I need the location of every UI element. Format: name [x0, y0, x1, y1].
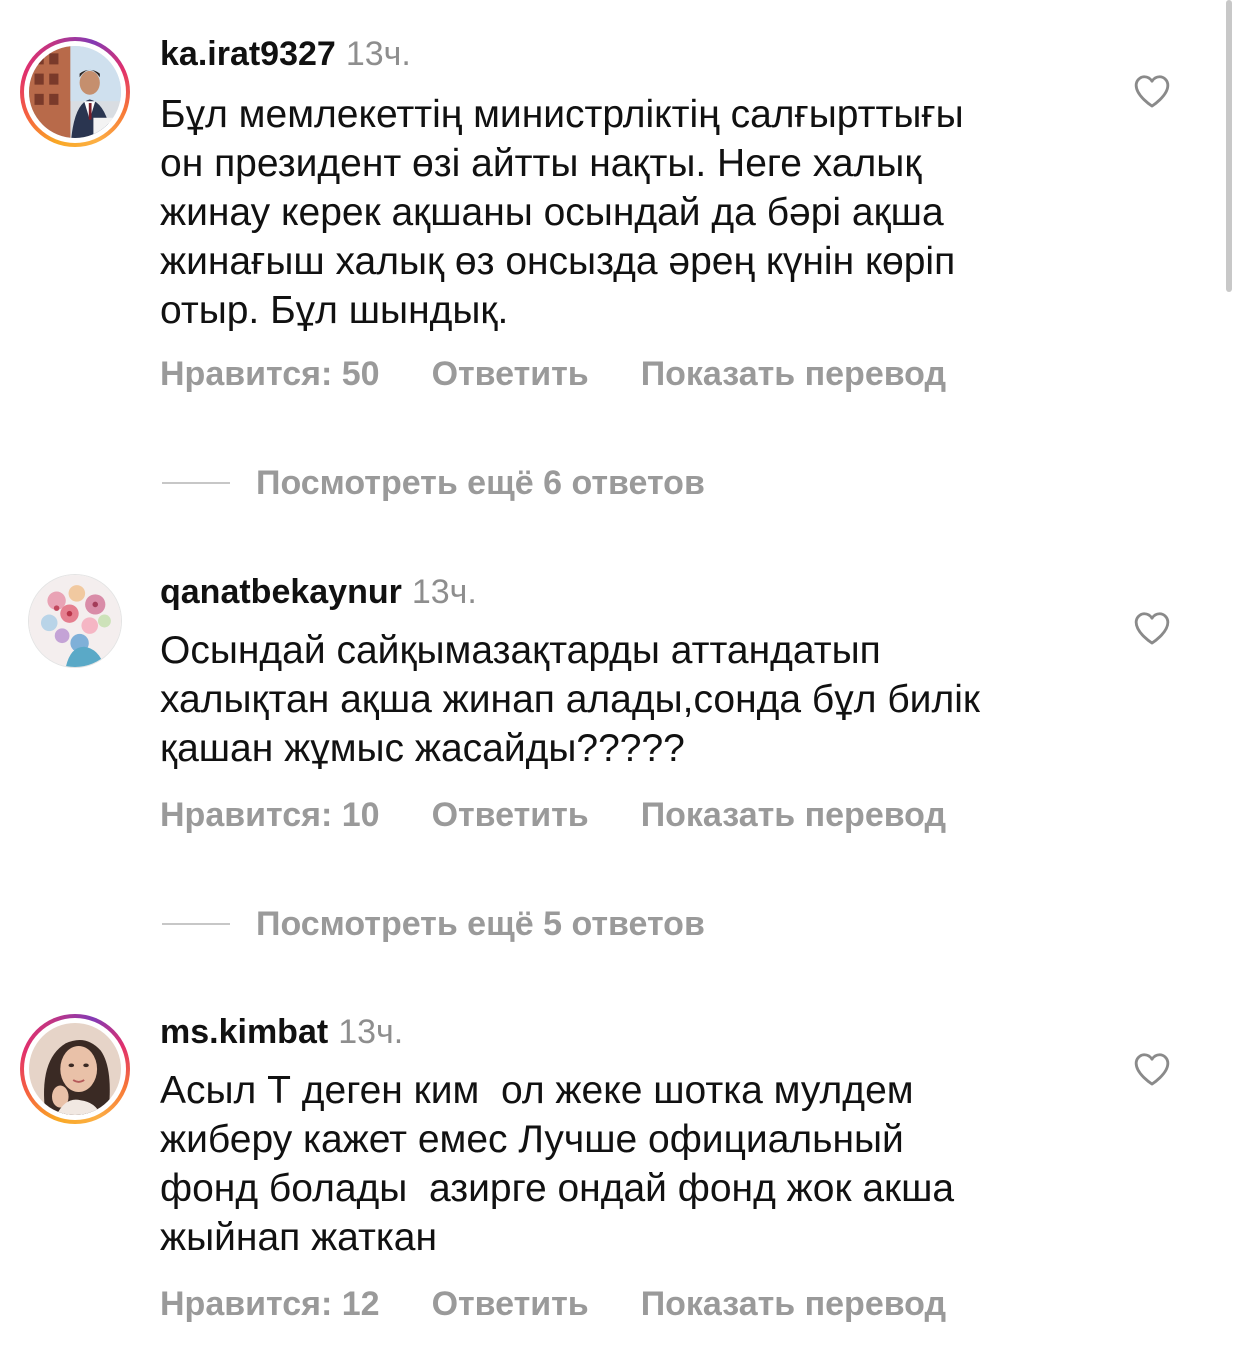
reply-button[interactable]: Ответить: [432, 795, 589, 835]
show-translation-button[interactable]: Показать перевод: [641, 354, 946, 394]
username[interactable]: ka.irat9327: [160, 35, 336, 73]
view-more-replies-label: Посмотреть ещё 6 ответов: [256, 464, 705, 502]
show-translation-button[interactable]: Показать перевод: [641, 1284, 946, 1324]
avatar-photo: [29, 575, 121, 667]
avatar[interactable]: [20, 37, 130, 147]
username[interactable]: ms.kimbat: [160, 1013, 328, 1051]
comment-header: qanatbekaynur 13ч.: [160, 572, 477, 612]
reply-button[interactable]: Ответить: [432, 354, 589, 394]
comment-actions: Нравится: 50 Ответить Показать перевод: [160, 354, 946, 394]
comment-header: ms.kimbat 13ч.: [160, 1012, 403, 1052]
likes-count[interactable]: Нравится: 12: [160, 1284, 380, 1324]
username[interactable]: qanatbekaynur: [160, 573, 402, 611]
comment-text: Бұл мемлекеттің министрліктің салғырттығ…: [160, 93, 964, 332]
comment-header: ka.irat9327 13ч.: [160, 34, 411, 74]
divider-line: [162, 482, 230, 484]
avatar[interactable]: [20, 566, 130, 676]
view-more-replies[interactable]: Посмотреть ещё 6 ответов: [162, 463, 705, 503]
comment-text: Асыл Т деген ким ол жеке шотка мулдем жи…: [160, 1069, 955, 1259]
heart-outline-icon[interactable]: [1133, 610, 1171, 646]
comment-actions: Нравится: 12 Ответить Показать перевод: [160, 1284, 946, 1324]
comment-text: Осындай сайқымазақтарды аттандатып халық…: [160, 629, 980, 770]
scrollbar[interactable]: [1226, 0, 1232, 292]
show-translation-button[interactable]: Показать перевод: [641, 795, 946, 835]
view-more-replies-label: Посмотреть ещё 5 ответов: [256, 905, 705, 943]
avatar-photo: [29, 46, 121, 138]
heart-outline-icon[interactable]: [1133, 1051, 1171, 1087]
likes-count[interactable]: Нравится: 10: [160, 795, 380, 835]
divider-line: [162, 923, 230, 925]
view-more-replies[interactable]: Посмотреть ещё 5 ответов: [162, 904, 705, 944]
comment-actions: Нравится: 10 Ответить Показать перевод: [160, 795, 946, 835]
avatar[interactable]: [20, 1014, 130, 1124]
likes-count[interactable]: Нравится: 50: [160, 354, 380, 394]
reply-button[interactable]: Ответить: [432, 1284, 589, 1324]
timestamp: 13ч.: [411, 573, 477, 611]
heart-outline-icon[interactable]: [1133, 73, 1171, 109]
timestamp: 13ч.: [345, 35, 411, 73]
timestamp: 13ч.: [338, 1013, 404, 1051]
avatar-photo: [29, 1023, 121, 1115]
